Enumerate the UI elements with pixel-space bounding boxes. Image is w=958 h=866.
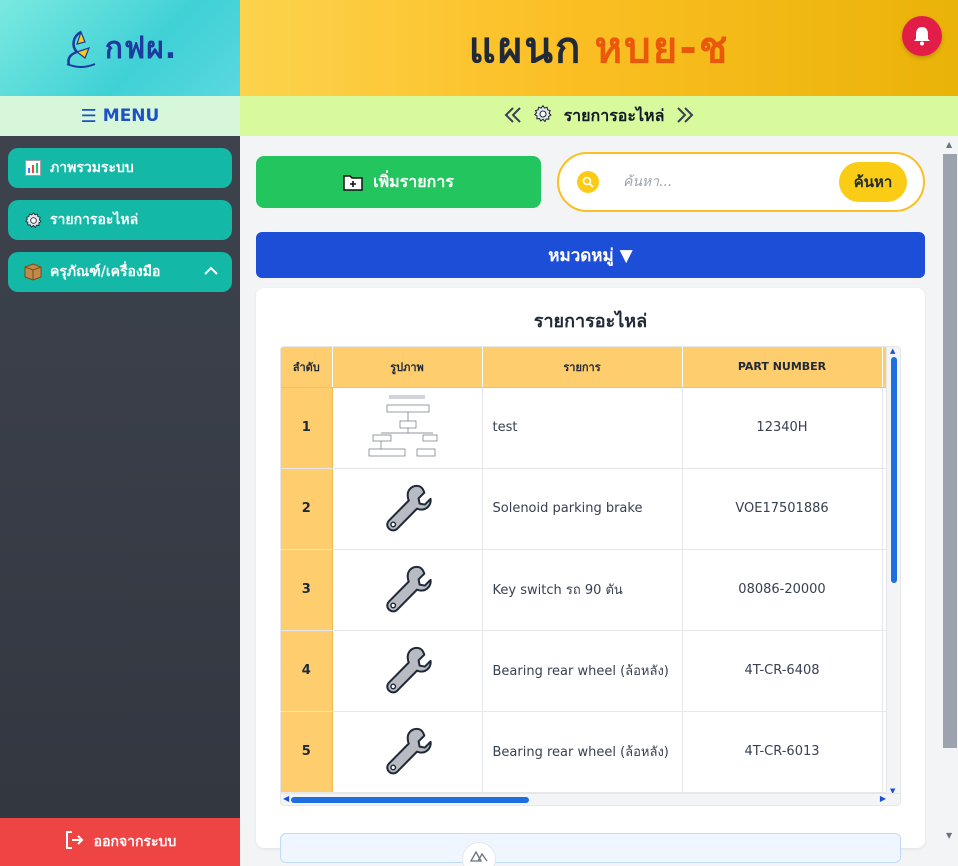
column-header-item[interactable]: รายการ: [482, 347, 683, 388]
logout-label: ออกจากระบบ: [93, 834, 177, 850]
gear-icon: [533, 104, 552, 127]
row-image[interactable]: [332, 549, 483, 631]
table-horizontal-scrollbar[interactable]: ◀ ▶: [281, 793, 900, 805]
row-image[interactable]: [332, 711, 483, 793]
scroll-up-icon[interactable]: ▲: [946, 140, 952, 149]
double-chevron-left-icon[interactable]: [504, 104, 522, 128]
logout-button[interactable]: ออกจากระบบ: [0, 818, 240, 866]
row-number: 4: [281, 630, 333, 712]
page-scrollbar[interactable]: ▲ ▼: [943, 140, 957, 840]
sidebar: กฟผ. ☰ MENU ภาพรวมระบบ รายการอะไหล่ ครุภ…: [0, 0, 240, 866]
wrench-icon: [381, 562, 433, 614]
row-item-name: test: [482, 387, 683, 469]
notification-button[interactable]: [902, 16, 942, 56]
row-item-name: Solenoid parking brake: [482, 468, 683, 550]
table-row[interactable]: 1 test 12340H: [281, 387, 888, 469]
parts-table: ลำดับ รูปภาพ รายการ PART NUMBER 1 test 1…: [281, 347, 888, 793]
scroll-down-icon[interactable]: ▼: [946, 831, 952, 840]
table-vertical-scrollbar[interactable]: ▲ ▼: [886, 347, 900, 805]
breadcrumb-title: รายการอะไหล่: [563, 105, 665, 125]
hamburger-icon: ☰: [80, 105, 97, 127]
row-part-number: 12340H: [682, 387, 883, 469]
table-row[interactable]: 5 Bearing rear wheel (ล้อหลัง) 4T-CR-601…: [281, 711, 888, 793]
bell-icon: [914, 27, 930, 46]
gear-icon: [24, 211, 42, 229]
sidebar-item-equipment[interactable]: ครุภัณฑ์/เครื่องมือ: [8, 252, 232, 292]
logo-text: กฟผ.: [104, 30, 178, 66]
column-header-image[interactable]: รูปภาพ: [332, 347, 483, 388]
scroll-right-icon[interactable]: ▶: [880, 794, 886, 803]
sidebar-nav: ภาพรวมระบบ รายการอะไหล่ ครุภัณฑ์/เครื่อง…: [0, 136, 240, 304]
column-header-no[interactable]: ลำดับ: [281, 347, 333, 388]
breadcrumb: รายการอะไหล่: [240, 96, 958, 136]
search-button[interactable]: ค้นหา: [839, 162, 907, 202]
sidebar-item-label: รายการอะไหล่: [50, 212, 139, 228]
add-item-label: เพิ่มรายการ: [373, 171, 454, 191]
row-image[interactable]: [332, 630, 483, 712]
row-image[interactable]: [332, 468, 483, 550]
table-title: รายการอะไหล่: [533, 311, 648, 332]
egat-logo-icon: [66, 30, 96, 68]
logo[interactable]: กฟผ.: [0, 0, 240, 96]
page-header: แผนก หบย-ช: [240, 0, 958, 96]
table-header-row: ลำดับ รูปภาพ รายการ PART NUMBER: [281, 347, 888, 388]
row-item-name: Bearing rear wheel (ล้อหลัง): [482, 630, 683, 712]
row-part-number: 4T-CR-6013: [682, 711, 883, 793]
box-icon: [24, 263, 42, 281]
nuxt-icon: [470, 850, 488, 862]
row-number: 5: [281, 711, 333, 793]
row-image[interactable]: [332, 387, 483, 469]
wrench-icon: [381, 481, 433, 533]
folder-plus-icon: [343, 175, 363, 191]
double-chevron-right-icon[interactable]: [676, 104, 694, 128]
row-number: 3: [281, 549, 333, 631]
row-item-name: Bearing rear wheel (ล้อหลัง): [482, 711, 683, 793]
scroll-left-icon[interactable]: ◀: [283, 794, 289, 803]
category-dropdown[interactable]: หมวดหมู่ ▼: [256, 232, 925, 278]
chevron-up-icon[interactable]: [204, 264, 218, 280]
row-number: 2: [281, 468, 333, 550]
scrollbar-thumb[interactable]: [291, 797, 529, 803]
header-unit: หบย-ช: [594, 23, 730, 72]
row-part-number: 08086-20000: [682, 549, 883, 631]
menu-toggle[interactable]: ☰ MENU: [0, 96, 240, 136]
wrench-icon: [381, 643, 433, 695]
logout-icon: [64, 830, 84, 854]
sidebar-item-label: ภาพรวมระบบ: [50, 160, 134, 176]
search-box: ค้นหา: [557, 152, 925, 212]
row-part-number: 4T-CR-6408: [682, 630, 883, 712]
scroll-up-icon[interactable]: ▲: [890, 347, 895, 355]
row-number: 1: [281, 387, 333, 469]
wrench-icon: [381, 724, 433, 776]
diagram-thumbnail: [367, 390, 447, 461]
parts-table-container: ลำดับ รูปภาพ รายการ PART NUMBER 1 test 1…: [280, 346, 901, 806]
info-panel: [280, 833, 901, 863]
search-input[interactable]: [623, 174, 839, 190]
menu-label: MENU: [102, 106, 160, 126]
sidebar-item-spare-parts[interactable]: รายการอะไหล่: [8, 200, 232, 240]
table-row[interactable]: 4 Bearing rear wheel (ล้อหลัง) 4T-CR-640…: [281, 630, 888, 712]
add-item-button[interactable]: เพิ่มรายการ: [256, 156, 541, 208]
chart-icon: [24, 159, 42, 177]
main-content: เพิ่มรายการ ค้นหา หมวดหมู่ ▼ รายการอะไหล…: [240, 136, 958, 866]
scrollbar-thumb[interactable]: [943, 154, 957, 748]
table-row[interactable]: 2 Solenoid parking brake VOE17501886: [281, 468, 888, 550]
row-part-number: VOE17501886: [682, 468, 883, 550]
row-item-name: Key switch รถ 90 ตัน: [482, 549, 683, 631]
search-icon: [577, 171, 599, 193]
table-row[interactable]: 3 Key switch รถ 90 ตัน 08086-20000: [281, 549, 888, 631]
sidebar-item-label: ครุภัณฑ์/เครื่องมือ: [50, 264, 161, 280]
sidebar-item-overview[interactable]: ภาพรวมระบบ: [8, 148, 232, 188]
scrollbar-thumb[interactable]: [891, 357, 897, 583]
page-title: แผนก หบย-ช: [469, 15, 730, 81]
header-dept: แผนก: [468, 23, 583, 72]
parts-card: รายการอะไหล่ ลำดับ รูปภาพ รายการ PART NU…: [256, 288, 925, 863]
column-header-part-number[interactable]: PART NUMBER: [682, 347, 883, 388]
